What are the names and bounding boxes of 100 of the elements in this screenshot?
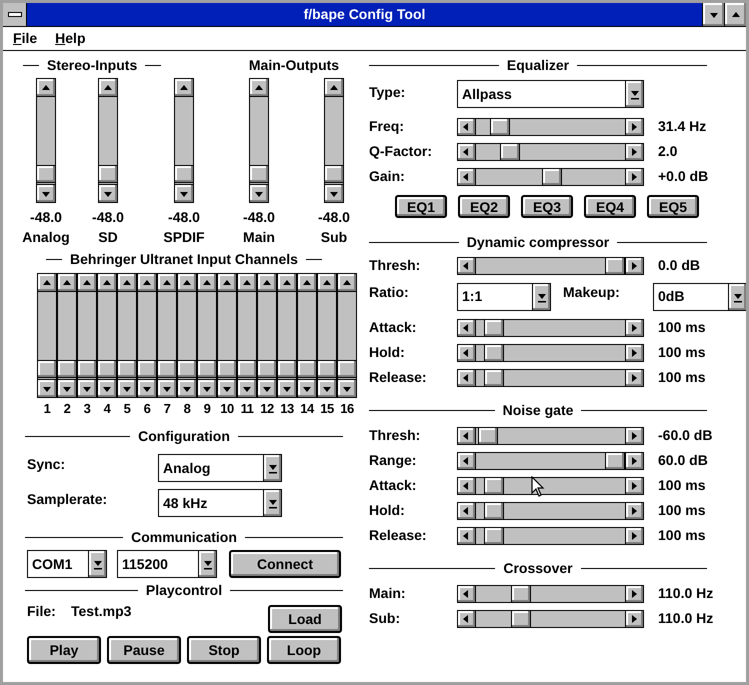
- dropdown[interactable]: 1:1: [457, 282, 551, 310]
- equalizer-band-button[interactable]: EQ2: [458, 195, 510, 218]
- slider-thumb[interactable]: [604, 258, 625, 274]
- slider-thumb[interactable]: [99, 165, 117, 184]
- equalizer-band-button[interactable]: EQ4: [584, 195, 636, 218]
- scroll-right-button[interactable]: [625, 318, 644, 336]
- scroll-down-button[interactable]: [217, 379, 237, 398]
- scroll-down-button[interactable]: [337, 379, 357, 398]
- maximize-button[interactable]: [724, 3, 746, 26]
- slider-thumb[interactable]: [484, 370, 504, 386]
- slider-thumb[interactable]: [484, 528, 504, 544]
- slider-thumb[interactable]: [158, 360, 176, 378]
- dropdown[interactable]: 115200: [117, 550, 217, 578]
- slider-thumb[interactable]: [500, 144, 520, 160]
- scroll-right-button[interactable]: [625, 168, 644, 186]
- slider-thumb[interactable]: [238, 360, 256, 378]
- scroll-up-button[interactable]: [337, 273, 357, 292]
- slider-thumb[interactable]: [198, 360, 216, 378]
- scroll-down-button[interactable]: [174, 184, 194, 203]
- push-button[interactable]: Stop: [187, 636, 261, 664]
- scroll-right-button[interactable]: [625, 502, 644, 520]
- scroll-up-button[interactable]: [297, 273, 317, 292]
- scroll-up-button[interactable]: [257, 273, 277, 292]
- slider-thumb[interactable]: [325, 165, 343, 184]
- scroll-right-button[interactable]: [625, 584, 644, 602]
- equalizer-band-button[interactable]: EQ3: [521, 195, 573, 218]
- slider-thumb[interactable]: [38, 360, 56, 378]
- scroll-left-button[interactable]: [457, 168, 476, 186]
- scroll-left-button[interactable]: [457, 142, 476, 160]
- scroll-left-button[interactable]: [457, 344, 476, 362]
- scroll-up-button[interactable]: [37, 273, 57, 292]
- slider-thumb[interactable]: [298, 360, 316, 378]
- slider-thumb[interactable]: [338, 360, 356, 378]
- scroll-up-button[interactable]: [77, 273, 97, 292]
- slider-thumb[interactable]: [98, 360, 116, 378]
- slider-thumb[interactable]: [175, 165, 193, 184]
- scroll-down-button[interactable]: [77, 379, 97, 398]
- slider-thumb[interactable]: [490, 118, 510, 134]
- scroll-left-button[interactable]: [457, 476, 476, 494]
- slider-thumb[interactable]: [510, 586, 531, 602]
- scroll-up-button[interactable]: [217, 273, 237, 292]
- scroll-up-button[interactable]: [157, 273, 177, 292]
- scroll-left-button[interactable]: [457, 452, 476, 470]
- scroll-right-button[interactable]: [625, 142, 644, 160]
- slider-thumb[interactable]: [484, 502, 504, 518]
- scroll-down-button[interactable]: [257, 379, 277, 398]
- scroll-down-button[interactable]: [57, 379, 77, 398]
- slider-thumb[interactable]: [138, 360, 156, 378]
- scroll-down-button[interactable]: [177, 379, 197, 398]
- scroll-right-button[interactable]: [625, 610, 644, 628]
- scroll-left-button[interactable]: [457, 584, 476, 602]
- dropdown[interactable]: Allpass: [457, 80, 644, 108]
- slider-thumb[interactable]: [478, 428, 498, 444]
- dropdown[interactable]: Analog: [158, 454, 282, 482]
- scroll-up-button[interactable]: [197, 273, 217, 292]
- scroll-right-button[interactable]: [625, 344, 644, 362]
- menu-item[interactable]: Help: [55, 28, 86, 49]
- scroll-up-button[interactable]: [36, 78, 56, 97]
- scroll-down-button[interactable]: [197, 379, 217, 398]
- slider-thumb[interactable]: [484, 478, 504, 494]
- scroll-right-button[interactable]: [625, 368, 644, 386]
- scroll-down-button[interactable]: [297, 379, 317, 398]
- scroll-right-button[interactable]: [625, 526, 644, 544]
- scroll-down-button[interactable]: [249, 184, 269, 203]
- menu-item[interactable]: File: [13, 28, 38, 49]
- scroll-left-button[interactable]: [457, 256, 476, 274]
- scroll-up-button[interactable]: [249, 78, 269, 97]
- scroll-left-button[interactable]: [457, 610, 476, 628]
- scroll-up-button[interactable]: [97, 273, 117, 292]
- scroll-down-button[interactable]: [137, 379, 157, 398]
- scroll-down-button[interactable]: [97, 379, 117, 398]
- slider-thumb[interactable]: [510, 610, 531, 626]
- slider-thumb[interactable]: [78, 360, 96, 378]
- dropdown[interactable]: COM1: [27, 550, 107, 578]
- scroll-down-button[interactable]: [157, 379, 177, 398]
- scroll-left-button[interactable]: [457, 502, 476, 520]
- scroll-up-button[interactable]: [137, 273, 157, 292]
- scroll-down-button[interactable]: [324, 184, 344, 203]
- scroll-up-button[interactable]: [177, 273, 197, 292]
- slider-thumb[interactable]: [318, 360, 336, 378]
- slider-thumb[interactable]: [37, 165, 55, 184]
- scroll-up-button[interactable]: [174, 78, 194, 97]
- scroll-right-button[interactable]: [625, 118, 644, 136]
- slider-thumb[interactable]: [258, 360, 276, 378]
- equalizer-band-button[interactable]: EQ5: [647, 195, 699, 218]
- system-menu-button[interactable]: [3, 3, 27, 26]
- scroll-left-button[interactable]: [457, 368, 476, 386]
- scroll-right-button[interactable]: [625, 426, 644, 444]
- push-button[interactable]: Loop: [267, 636, 341, 664]
- dropdown[interactable]: 48 kHz: [158, 489, 282, 517]
- slider-thumb[interactable]: [178, 360, 196, 378]
- scroll-right-button[interactable]: [625, 256, 644, 274]
- scroll-left-button[interactable]: [457, 526, 476, 544]
- scroll-down-button[interactable]: [317, 379, 337, 398]
- scroll-down-button[interactable]: [36, 184, 56, 203]
- slider-thumb[interactable]: [484, 344, 504, 360]
- push-button[interactable]: Pause: [107, 636, 181, 664]
- slider-thumb[interactable]: [278, 360, 296, 378]
- scroll-up-button[interactable]: [324, 78, 344, 97]
- scroll-up-button[interactable]: [277, 273, 297, 292]
